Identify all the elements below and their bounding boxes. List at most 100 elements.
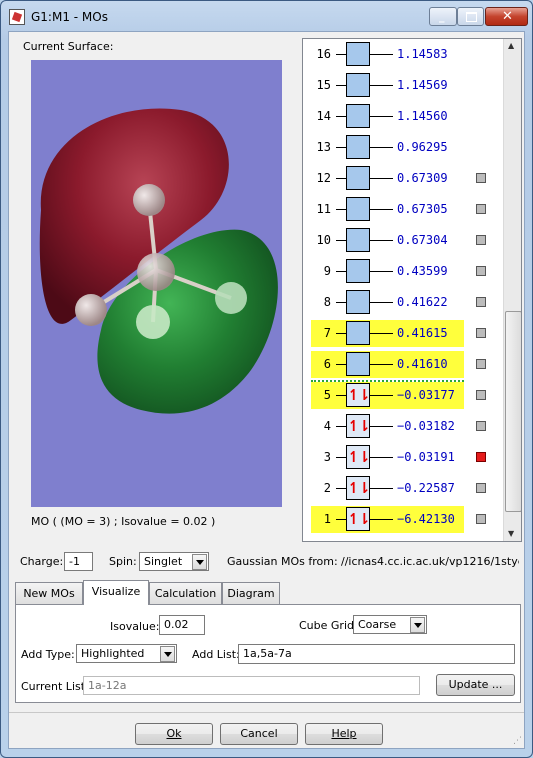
mo-select-checkbox[interactable]	[476, 452, 486, 462]
orbital-box[interactable]	[346, 228, 370, 252]
close-button[interactable]: ✕	[485, 7, 528, 26]
mo-row[interactable]: 9 0.43599	[303, 258, 503, 285]
mo-row[interactable]: 2 ↿⇂ −0.22587	[303, 475, 503, 502]
tab-calculation[interactable]: Calculation	[149, 582, 222, 604]
mo-row[interactable]: 3 ↿⇂ −0.03191	[303, 444, 503, 471]
minimize-button[interactable]: _	[429, 7, 457, 26]
ok-button[interactable]: Ok	[135, 723, 213, 745]
update-button[interactable]: Update ...	[436, 674, 515, 696]
scroll-up-icon[interactable]: ▲	[508, 41, 514, 50]
mo-row[interactable]: 1 ↿⇂ −6.42130	[303, 506, 503, 533]
orbital-box[interactable]	[346, 42, 370, 66]
mo-row[interactable]: 7 0.41615	[303, 320, 503, 347]
mo-select-checkbox[interactable]	[476, 173, 486, 183]
orbital-box[interactable]: ↿⇂	[346, 445, 371, 469]
mo-number: 9	[323, 264, 331, 278]
mo-number: 15	[316, 78, 331, 92]
mo-row[interactable]: 6 0.41610	[303, 351, 503, 378]
orbital-box[interactable]	[346, 352, 370, 376]
mo-row[interactable]: 8 0.41622	[303, 289, 503, 316]
gaussview-app-icon	[9, 9, 25, 25]
mo-select-checkbox[interactable]	[476, 483, 486, 493]
current-list-label: Current List:	[21, 680, 89, 693]
spin-label: Spin:	[109, 555, 137, 568]
mo-select-checkbox[interactable]	[476, 266, 486, 276]
mo-select-checkbox[interactable]	[476, 390, 486, 400]
mo-select-checkbox[interactable]	[476, 235, 486, 245]
mo-row[interactable]: 11 0.67305	[303, 196, 503, 223]
scrollbar-thumb[interactable]	[505, 311, 521, 512]
mo-row[interactable]: 14 1.14560	[303, 103, 503, 130]
mo-energy: 0.96295	[397, 140, 448, 154]
orbital-box[interactable]: ↿⇂	[346, 383, 371, 407]
mo-energy-list[interactable]: 1 ↿⇂ −6.42130 2 ↿⇂ −0.22587 3 ↿⇂ −0.03191 4 ↿⇂ −0.0…	[302, 38, 522, 542]
atom-front	[136, 305, 170, 339]
mo-row[interactable]: 10 0.67304	[303, 227, 503, 254]
spin-select[interactable]: Singlet	[139, 552, 209, 571]
electron-pair-icon: ↿⇂	[347, 386, 370, 404]
mo-row[interactable]: 4 ↿⇂ −0.03182	[303, 413, 503, 440]
orbital-box[interactable]	[346, 290, 370, 314]
add-list-field[interactable]: 1a,5a-7a	[238, 644, 515, 664]
mo-select-checkbox[interactable]	[476, 328, 486, 338]
mo-number: 7	[323, 326, 331, 340]
mo-select-checkbox[interactable]	[476, 297, 486, 307]
orbital-box[interactable]: ↿⇂	[346, 507, 371, 531]
tab-new-mos[interactable]: New MOs	[15, 582, 83, 604]
chevron-down-icon[interactable]	[410, 617, 425, 633]
surface-viewer[interactable]	[31, 60, 282, 507]
current-surface-label: Current Surface:	[23, 40, 114, 53]
mo-energy: 0.41622	[397, 295, 448, 309]
tab-diagram[interactable]: Diagram	[222, 582, 280, 604]
cancel-button[interactable]: Cancel	[220, 723, 298, 745]
mo-row[interactable]: 15 1.14569	[303, 72, 503, 99]
tab-visualize[interactable]: Visualize	[83, 580, 149, 605]
cube-grid-label: Cube Grid:	[299, 619, 358, 632]
add-type-label: Add Type:	[21, 648, 75, 661]
mo-row[interactable]: 16 1.14583	[303, 41, 503, 68]
mo-select-checkbox[interactable]	[476, 359, 486, 369]
chevron-down-icon[interactable]	[192, 554, 207, 570]
mo-select-checkbox[interactable]	[476, 514, 486, 524]
orbital-box[interactable]	[346, 73, 370, 97]
isovalue-field[interactable]: 0.02	[159, 615, 205, 635]
mo-select-checkbox[interactable]	[476, 421, 486, 431]
electron-pair-icon: ↿⇂	[347, 479, 370, 497]
help-button[interactable]: Help	[305, 723, 383, 745]
mo-list-scrollbar[interactable]: ▲ ▼	[503, 39, 521, 541]
ok-label: Ok	[166, 727, 182, 740]
orbital-box[interactable]: ↿⇂	[346, 414, 371, 438]
title-bar[interactable]: G1:M1 - MOs _ ✕	[1, 1, 532, 31]
orbital-surface-render	[39, 108, 278, 414]
scroll-down-icon[interactable]: ▼	[508, 529, 514, 538]
resize-grip-icon[interactable]: ⋰	[513, 736, 522, 746]
mo-number: 13	[316, 140, 331, 154]
orbital-box[interactable]	[346, 166, 370, 190]
cube-grid-select[interactable]: Coarse	[353, 615, 427, 634]
orbital-box[interactable]	[346, 197, 370, 221]
mo-select-checkbox[interactable]	[476, 204, 486, 214]
orbital-box[interactable]	[346, 321, 370, 345]
mo-row[interactable]: 5 ↿⇂ −0.03177	[303, 382, 503, 409]
mo-number: 14	[316, 109, 331, 123]
mo-energy: 0.41610	[397, 357, 448, 371]
orbital-box[interactable]	[346, 135, 370, 159]
maximize-button[interactable]	[457, 7, 484, 26]
source-path: //icnas4.cc.ic.ac.uk/vp1216/1stye	[341, 555, 519, 568]
help-label: Help	[331, 727, 357, 740]
mo-row[interactable]: 12 0.67309	[303, 165, 503, 192]
minimize-icon: _	[439, 10, 445, 23]
homo-lumo-separator	[311, 380, 464, 382]
orbital-box[interactable]	[346, 259, 370, 283]
mo-energy: 1.14583	[397, 47, 448, 61]
orbital-box[interactable]	[346, 104, 370, 128]
charge-field[interactable]: -1	[64, 552, 93, 571]
orbital-box[interactable]: ↿⇂	[346, 476, 371, 500]
electron-pair-icon: ↿⇂	[347, 448, 370, 466]
add-type-select[interactable]: Highlighted	[76, 644, 177, 663]
chevron-down-icon[interactable]	[160, 646, 175, 662]
mo-energy: −0.03182	[397, 419, 455, 433]
mo-row[interactable]: 13 0.96295	[303, 134, 503, 161]
dialog-body: Current Surface: MO ((MO = 3) ; Isovalu…	[8, 31, 525, 749]
atom-right	[215, 282, 247, 314]
